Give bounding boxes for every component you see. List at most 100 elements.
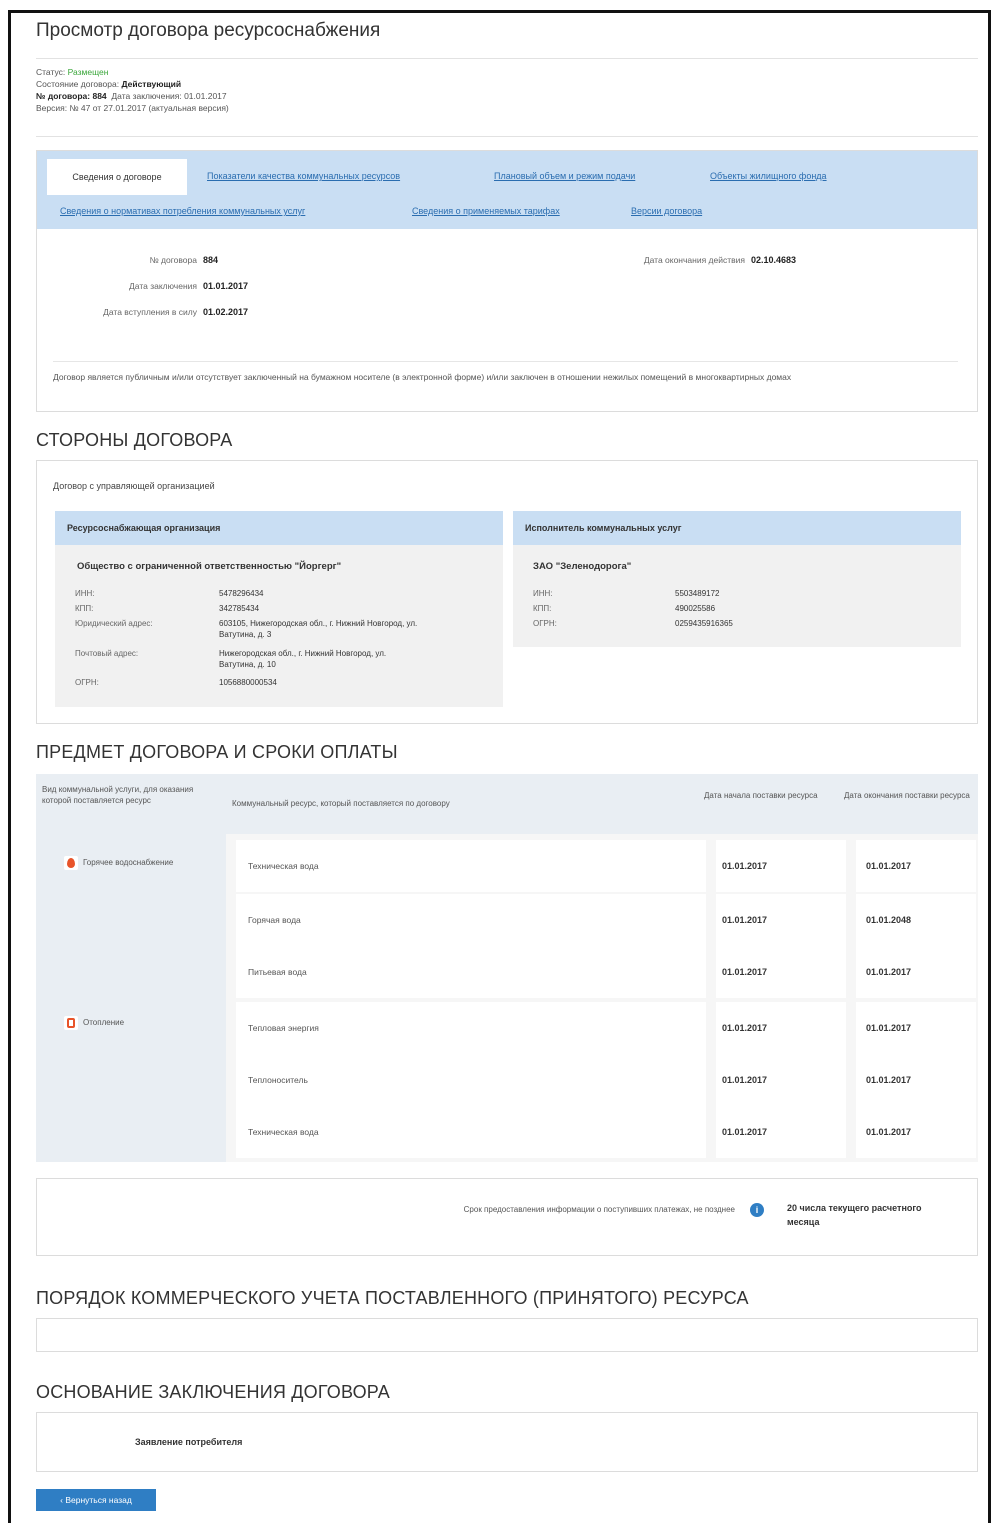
table-row: Горячая вода 01.01.2017 01.01.2048 [236, 894, 976, 946]
table-row: Питьевая вода 01.01.2017 01.01.2017 [236, 946, 976, 998]
end-field-label: Дата окончания действия [643, 255, 745, 265]
col-start: Дата начала поставки ресурса [704, 791, 818, 800]
service-heating-label: Отопление [83, 1018, 125, 1028]
executor-header: Исполнитель коммунальных услуг [513, 511, 961, 545]
info-icon[interactable]: i [750, 1203, 764, 1217]
rso-kpp-label: КПП: [75, 604, 94, 613]
resource-name: Питьевая вода [248, 967, 307, 977]
tab-bar: Сведения о договоре Показатели качества … [37, 151, 977, 229]
end-date: 01.01.2017 [866, 1075, 912, 1085]
table-row: Теплоноситель 01.01.2017 01.01.2017 [236, 1054, 976, 1106]
rso-header: Ресурсоснабжающая организация [55, 511, 503, 545]
tab-housing-objects[interactable]: Объекты жилищного фонда [710, 171, 827, 181]
payment-info-value: 20 числа текущего расчетного месяца [787, 1203, 922, 1227]
number-field-label: № договора [149, 255, 197, 265]
contract-tabs-panel: Сведения о договоре Показатели качества … [36, 150, 978, 412]
resource-name: Теплоноситель [248, 1075, 308, 1085]
rso-ogrn-label: ОГРН: [75, 678, 99, 687]
title-divider [36, 58, 978, 59]
start-date: 01.01.2017 [722, 915, 768, 925]
rso-card: Общество с ограниченной ответственностью… [55, 545, 503, 707]
table-row: Техническая вода 01.01.2017 01.01.2017 [236, 1106, 976, 1158]
rso-postal: Нижегородская обл., г. Нижний Новгород, … [219, 649, 387, 669]
tab-versions[interactable]: Версии договора [631, 206, 702, 216]
start-date: 01.01.2017 [722, 1075, 768, 1085]
effective-field-value: 01.02.2017 [203, 307, 249, 317]
rso-kpp: 342785434 [219, 604, 260, 613]
end-date: 01.01.2017 [866, 967, 912, 977]
radiator-icon [64, 1016, 78, 1030]
water-drop-icon [64, 856, 78, 870]
executor-ogrn: 0259435916365 [675, 619, 733, 628]
accounting-panel [36, 1318, 978, 1352]
end-date: 01.01.2048 [866, 915, 912, 925]
rso-ogrn: 1056880000534 [219, 678, 277, 687]
service-heating: Отопление [64, 1016, 124, 1030]
end-date: 01.01.2017 [866, 1127, 912, 1137]
meta-divider [36, 136, 978, 137]
service-column: Горячее водоснабжение Отопление [36, 834, 226, 1162]
page-title: Просмотр договора ресурсоснабжения [36, 20, 381, 41]
payment-info-label: Срок предоставления информации о поступи… [463, 1205, 735, 1214]
rso-legal: 603105, Нижегородская обл., г. Нижний Но… [219, 619, 418, 639]
contract-note: Договор является публичным и/или отсутст… [53, 361, 958, 384]
rso-inn: 5478296434 [219, 589, 264, 598]
end-field-value: 02.10.4683 [751, 255, 797, 265]
executor-inn: 5503489172 [675, 589, 720, 598]
tab-consumption-norms[interactable]: Сведения о нормативах потребления коммун… [60, 206, 305, 216]
col-end: Дата окончания поставки ресурса [844, 791, 970, 800]
rso-inn-label: ИНН: [75, 589, 95, 598]
effective-field-label: Дата вступления в силу [103, 307, 197, 317]
number-field-value: 884 [203, 255, 219, 265]
rso-postal-label: Почтовый адрес: [75, 649, 139, 658]
end-date: 01.01.2017 [866, 861, 912, 871]
subject-heading: ПРЕДМЕТ ДОГОВОРА И СРОКИ ОПЛАТЫ [36, 742, 398, 762]
start-date: 01.01.2017 [722, 1127, 768, 1137]
state-value: Действующий [121, 79, 182, 89]
concluded-field-label: Дата заключения [129, 281, 197, 291]
service-hot-water: Горячее водоснабжение [64, 856, 173, 870]
basis-panel: Заявление потребителя [36, 1412, 978, 1472]
resource-name: Тепловая энергия [248, 1023, 319, 1033]
executor-inn-label: ИНН: [533, 589, 553, 598]
date-label: Дата заключения: 01.01.2017 [111, 91, 227, 101]
subject-table-header: Вид коммунальной услуги, для оказания ко… [36, 774, 978, 834]
resource-name: Техническая вода [248, 861, 319, 871]
end-date: 01.01.2017 [866, 1023, 912, 1033]
parties-heading: СТОРОНЫ ДОГОВОРА [36, 430, 233, 450]
status-label: Статус: [36, 67, 66, 77]
rso-legal-label: Юридический адрес: [75, 619, 153, 628]
table-row: Техническая вода 01.01.2017 01.01.2017 [236, 840, 976, 892]
executor-kpp: 490025586 [675, 604, 716, 613]
back-button[interactable]: ‹ Вернуться назад [36, 1489, 156, 1511]
state-label: Состояние договора: [36, 79, 120, 89]
basis-heading: ОСНОВАНИЕ ЗАКЛЮЧЕНИЯ ДОГОВОРА [36, 1382, 391, 1402]
status-value: Размещен [67, 67, 109, 77]
parties-panel: Договор с управляющей организацией Ресур… [36, 460, 978, 724]
executor-kpp-label: КПП: [533, 604, 552, 613]
accounting-heading: ПОРЯДОК КОММЕРЧЕСКОГО УЧЕТА ПОСТАВЛЕННОГ… [36, 1288, 749, 1308]
tab-planned-volume[interactable]: Плановый объем и режим подачи [494, 171, 635, 181]
contract-meta: Статус: Размещен Состояние договора: Дей… [36, 66, 229, 114]
executor-card: ЗАО "Зеленодорога" ИНН: 5503489172 КПП: … [513, 545, 961, 647]
tab-tariffs[interactable]: Сведения о применяемых тарифах [412, 206, 560, 216]
number-label: № договора: 884 [36, 91, 107, 101]
table-row: Тепловая энергия 01.01.2017 01.01.2017 [236, 1002, 976, 1054]
version-label: Версия: № 47 от 27.01.2017 (актуальная в… [36, 103, 229, 113]
col-resource: Коммунальный ресурс, который поставляетс… [232, 799, 450, 808]
basis-value: Заявление потребителя [135, 1437, 243, 1447]
start-date: 01.01.2017 [722, 861, 768, 871]
start-date: 01.01.2017 [722, 967, 768, 977]
contract-fields: № договора 884 Дата заключения 01.01.201… [37, 229, 977, 413]
resource-name: Горячая вода [248, 915, 301, 925]
payment-info-panel: Срок предоставления информации о поступи… [36, 1178, 978, 1256]
concluded-field-value: 01.01.2017 [203, 281, 249, 291]
service-hot-water-label: Горячее водоснабжение [83, 858, 174, 868]
tab-contract-info[interactable]: Сведения о договоре [47, 159, 187, 195]
parties-subheading: Договор с управляющей организацией [53, 481, 215, 491]
col-service: Вид коммунальной услуги, для оказания ко… [42, 785, 194, 805]
rso-name: Общество с ограниченной ответственностью… [77, 561, 342, 572]
start-date: 01.01.2017 [722, 1023, 768, 1033]
tab-quality-indicators[interactable]: Показатели качества коммунальных ресурсо… [207, 171, 400, 181]
resource-name: Техническая вода [248, 1127, 319, 1137]
